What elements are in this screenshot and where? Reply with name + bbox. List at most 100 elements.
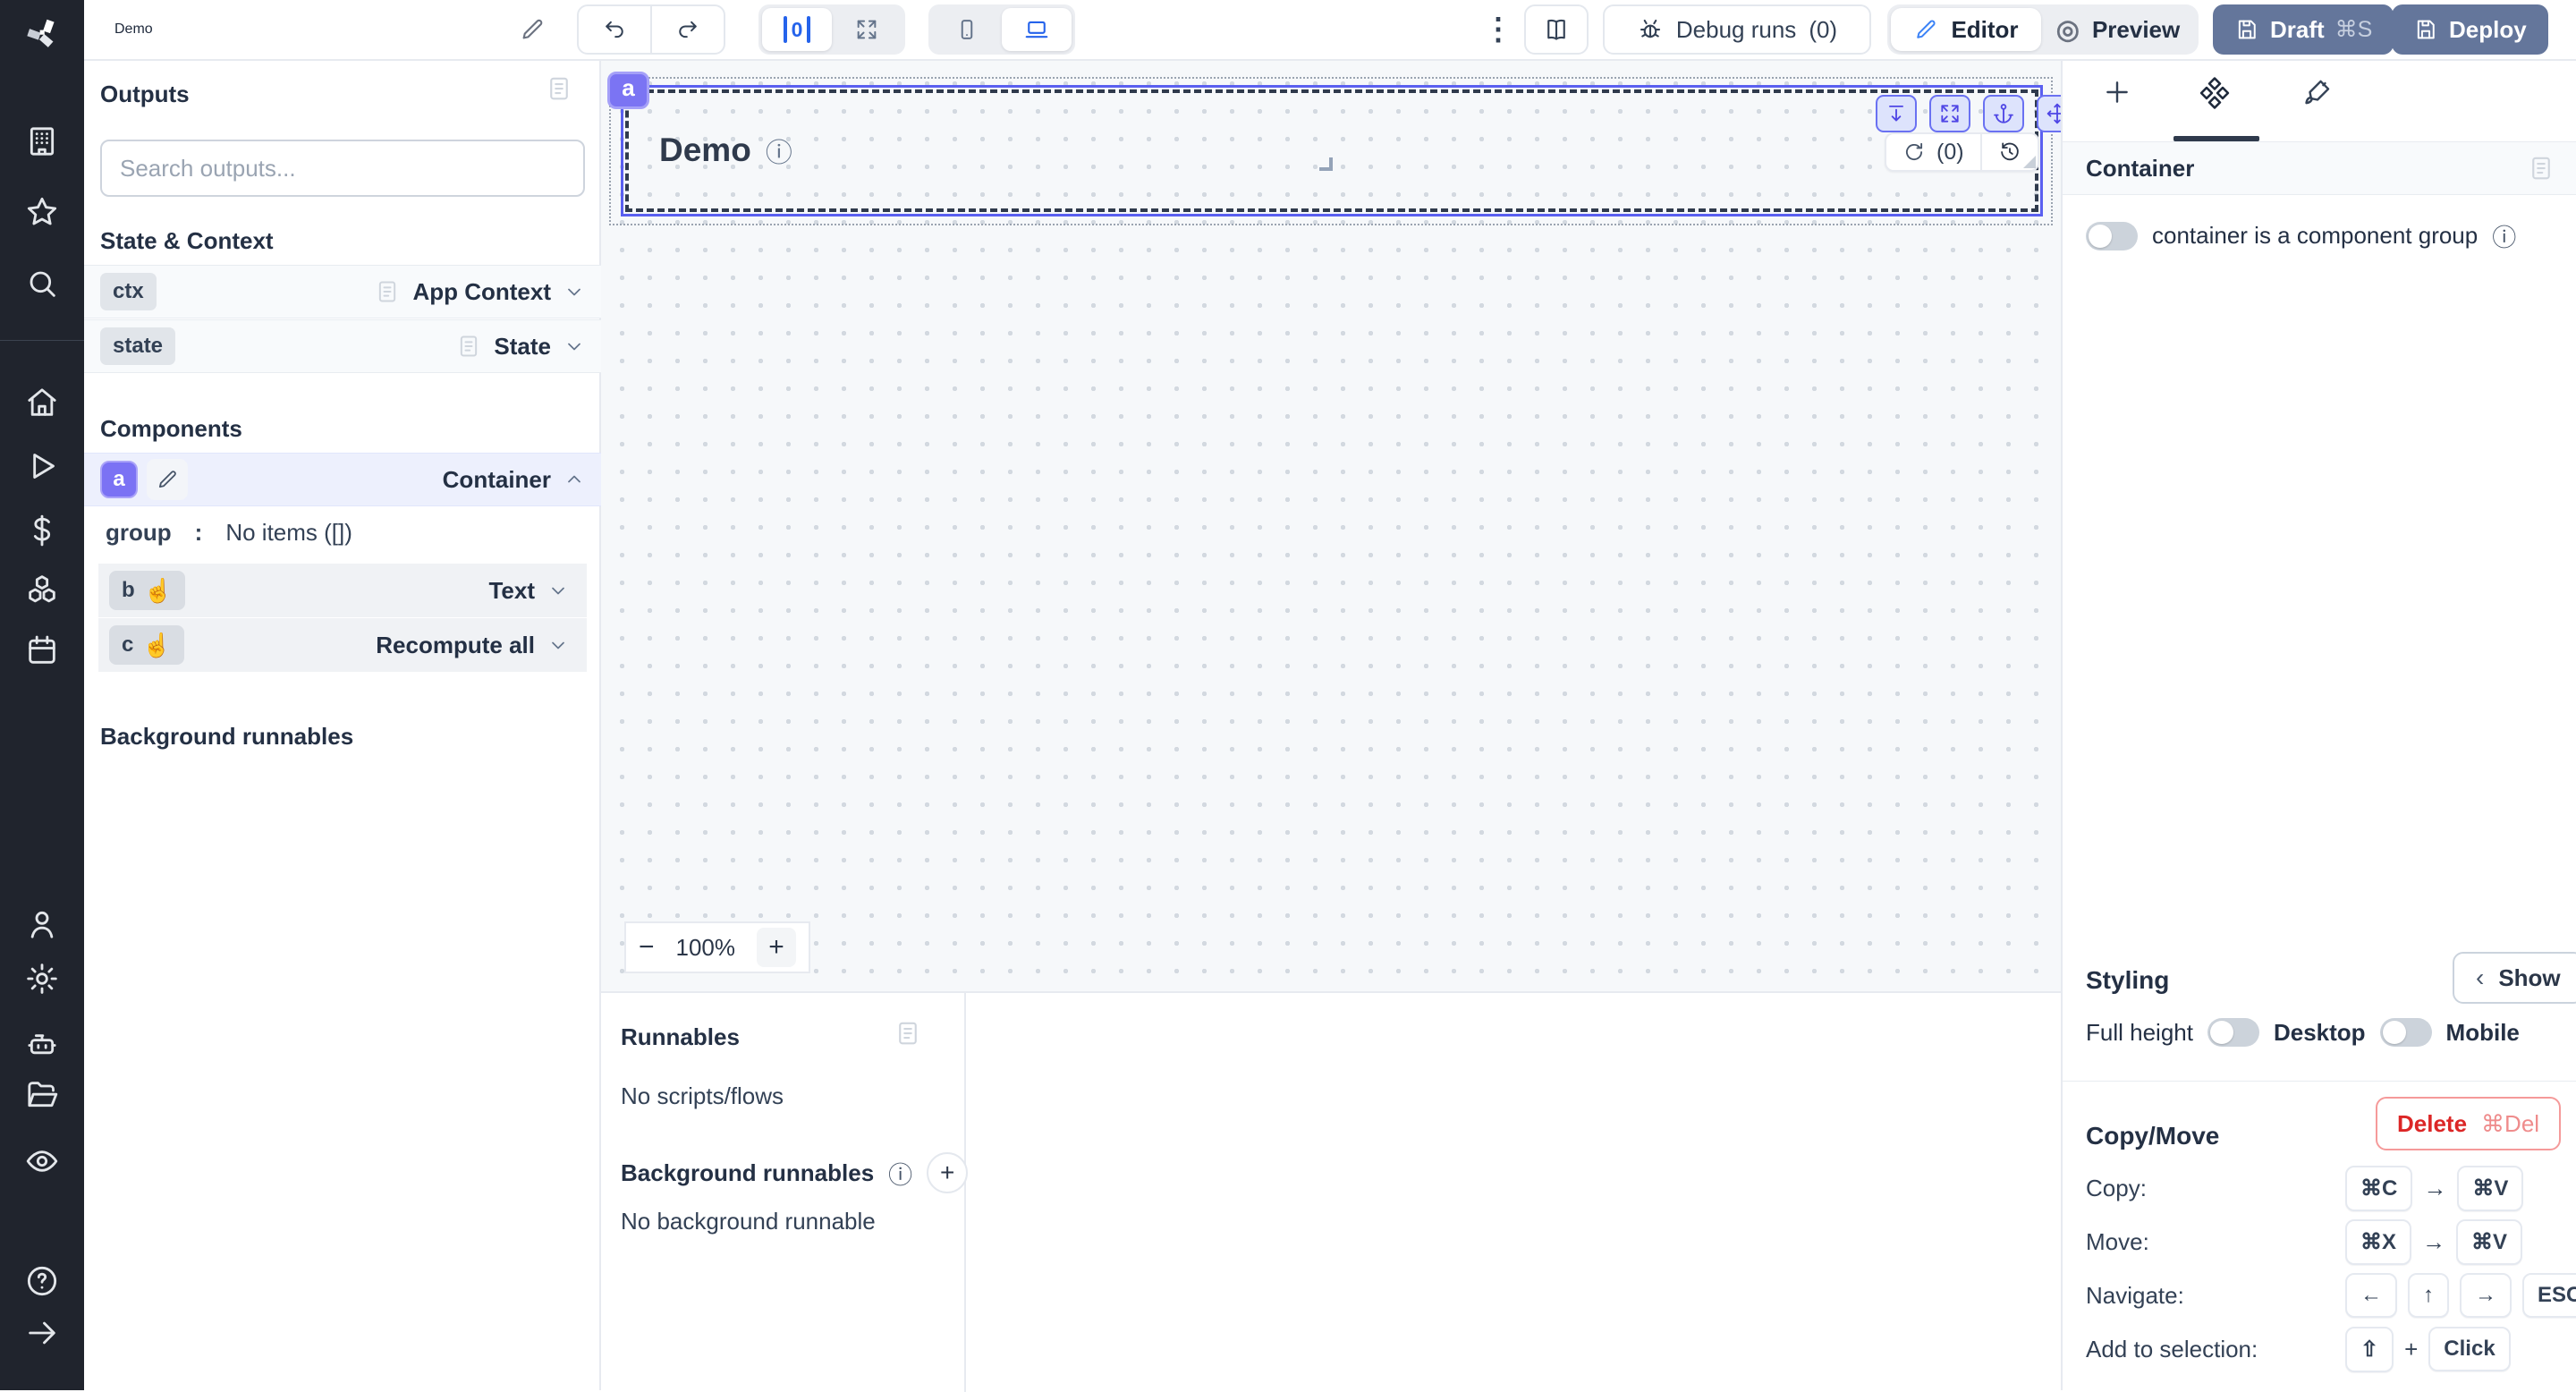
outputs-panel: Outputs State & Context ctx App Context …: [84, 61, 601, 1390]
resources-cubes-icon[interactable]: [24, 573, 60, 608]
component-row-container[interactable]: a Container: [84, 453, 601, 506]
component-group-toggle-row: container is a component group ⓘ: [2086, 218, 2516, 253]
move-button[interactable]: [2037, 95, 2061, 132]
styling-show-button[interactable]: ‹ Show: [2453, 952, 2576, 1004]
tab-preview[interactable]: ◎ Preview: [2041, 8, 2195, 51]
mobile-view-toggle[interactable]: [932, 8, 1002, 51]
anchor-button[interactable]: [1983, 95, 2024, 132]
centered-layout-toggle[interactable]: 0: [762, 8, 832, 51]
zoom-in-button[interactable]: +: [757, 928, 796, 967]
search-icon[interactable]: [24, 266, 60, 301]
full-height-desktop-toggle[interactable]: [2207, 1018, 2259, 1047]
output-row-ctx[interactable]: ctx App Context: [84, 265, 601, 318]
chevron-down-icon[interactable]: [564, 335, 585, 357]
key-cmd-c: ⌘C: [2345, 1166, 2412, 1211]
canvas-heading-text: Demo: [659, 132, 751, 169]
chevron-down-icon[interactable]: [564, 281, 585, 302]
doc-icon[interactable]: [2528, 155, 2555, 182]
rail-divider: [0, 340, 84, 341]
favorites-star-icon[interactable]: [24, 194, 60, 230]
draft-save-button[interactable]: Draft ⌘S: [2213, 4, 2394, 55]
tab-insert-plus-icon[interactable]: [2102, 77, 2132, 107]
help-icon[interactable]: [24, 1263, 60, 1299]
chevron-up-icon[interactable]: [564, 469, 585, 490]
home-icon[interactable]: [24, 385, 60, 420]
workers-robot-icon[interactable]: [24, 1025, 60, 1061]
component-row-recompute[interactable]: c ☝ Recompute all: [98, 618, 587, 672]
selection-dashed-border: [625, 89, 2038, 212]
chevron-down-icon[interactable]: [547, 634, 569, 656]
desktop-view-toggle[interactable]: [1002, 8, 1072, 51]
workspace-icon[interactable]: [24, 123, 60, 159]
refresh-runs[interactable]: (0): [1886, 134, 1980, 170]
fullscreen-layout-toggle[interactable]: [832, 8, 902, 51]
component-runs-pill: (0): [1885, 132, 2039, 172]
delete-button[interactable]: Delete ⌘Del: [2376, 1097, 2561, 1150]
schedules-calendar-icon[interactable]: [24, 632, 60, 668]
tab-editor[interactable]: Editor: [1891, 8, 2041, 51]
windmill-logo[interactable]: [22, 13, 62, 52]
folders-icon[interactable]: [24, 1077, 60, 1113]
pill-resize-corner: [2023, 156, 2036, 168]
audit-eye-icon[interactable]: [24, 1143, 60, 1179]
tab-styling-brush-icon[interactable]: [2302, 77, 2333, 107]
doc-icon[interactable]: [546, 75, 572, 102]
key-shift: ⇧: [2345, 1327, 2394, 1372]
device-preview-group: [928, 4, 1075, 55]
fill-height-button[interactable]: [1876, 95, 1917, 132]
group-property-row[interactable]: group:No items ([]): [106, 519, 352, 547]
refresh-icon: [1902, 140, 1926, 164]
app-sidebar-rail: [0, 0, 84, 1390]
shortcut-row-add-selection: Add to selection: ⇧ + Click: [2086, 1324, 2555, 1374]
component-row-text[interactable]: b ☝ Text: [98, 564, 587, 617]
container-tag[interactable]: a: [607, 72, 649, 109]
laptop-icon: [1023, 16, 1050, 43]
phone-icon: [954, 17, 979, 42]
background-runnables-heading: Background runnables: [100, 723, 353, 751]
book-icon: [1543, 16, 1570, 43]
more-menu-kebab[interactable]: ⋮: [1483, 12, 1513, 47]
ctx-badge: ctx: [100, 273, 157, 310]
collapse-arrow-icon[interactable]: [24, 1315, 60, 1351]
copy-move-heading: Copy/Move: [2086, 1122, 2219, 1150]
info-icon[interactable]: ⓘ: [2492, 218, 2516, 253]
state-badge: state: [100, 327, 175, 365]
layout-mode-group: 0: [758, 4, 905, 55]
save-icon: [2234, 17, 2259, 42]
variables-dollar-icon[interactable]: [24, 513, 60, 548]
background-runnables-title: Background runnables: [621, 1159, 874, 1187]
key-arrow-up: ↑: [2408, 1273, 2449, 1318]
app-canvas[interactable]: Demo ⓘ (0) a − 100% +: [601, 61, 2061, 991]
docs-book-button[interactable]: [1524, 4, 1589, 55]
chevron-down-icon[interactable]: [547, 580, 569, 601]
runnables-title: Runnables: [621, 1023, 740, 1051]
component-group-toggle[interactable]: [2086, 222, 2138, 250]
shortcut-row-move: Move: ⌘X → ⌘V: [2086, 1217, 2555, 1267]
components-heading: Components: [100, 415, 242, 443]
debug-runs-button[interactable]: Debug runs (0): [1603, 4, 1871, 55]
selected-container[interactable]: Demo ⓘ (0): [621, 85, 2043, 216]
resize-handle[interactable]: [1319, 157, 1333, 171]
component-a-badge: a: [100, 461, 138, 498]
full-height-mobile-toggle[interactable]: [2380, 1018, 2432, 1047]
redo-button[interactable]: [652, 6, 724, 53]
zoom-out-button[interactable]: −: [639, 932, 655, 963]
search-outputs-input[interactable]: [100, 140, 585, 197]
output-row-state[interactable]: state State: [84, 319, 601, 373]
tab-settings-components-icon[interactable]: [2199, 77, 2231, 109]
undo-button[interactable]: [579, 6, 652, 53]
key-cmd-v: ⌘V: [2457, 1166, 2523, 1211]
add-background-runnable-button[interactable]: +: [927, 1152, 968, 1193]
user-icon[interactable]: [24, 906, 60, 942]
doc-icon[interactable]: [894, 1020, 921, 1047]
rename-pencil-icon[interactable]: [147, 459, 188, 500]
info-icon[interactable]: ⓘ: [888, 1156, 912, 1191]
edit-title-pencil-icon[interactable]: [519, 16, 546, 43]
info-icon[interactable]: ⓘ: [766, 131, 792, 170]
runs-play-icon[interactable]: [24, 448, 60, 484]
background-runnables-empty-text: No background runnable: [621, 1208, 876, 1235]
expand-button[interactable]: [1929, 95, 1970, 132]
deploy-button[interactable]: Deploy: [2392, 4, 2548, 55]
key-arrow-right: →: [2460, 1273, 2512, 1318]
settings-gear-icon[interactable]: [24, 961, 60, 997]
